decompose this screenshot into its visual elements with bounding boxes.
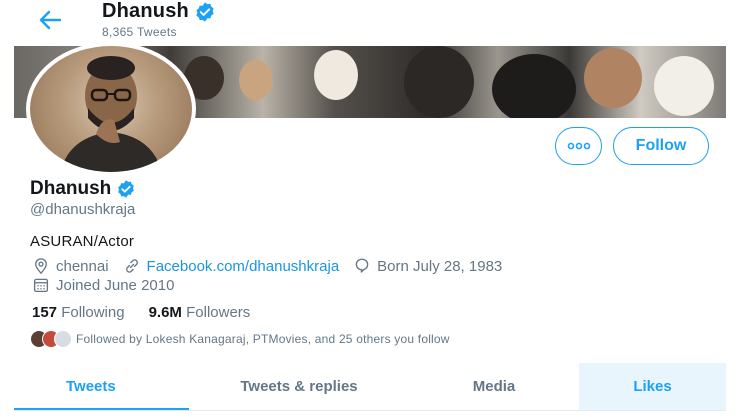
profile-tabs: Tweets Tweets & replies Media Likes bbox=[14, 363, 726, 411]
calendar-icon bbox=[33, 278, 49, 293]
website-link[interactable]: Facebook.com/dhanushkraja bbox=[147, 258, 340, 275]
top-bar: Dhanush 8,365 Tweets bbox=[0, 0, 740, 46]
birthday-item: Born July 28, 1983 bbox=[353, 257, 502, 275]
tweet-count: 8,365 Tweets bbox=[102, 25, 177, 39]
follow-button[interactable]: Follow bbox=[613, 127, 709, 165]
tab-tweets[interactable]: Tweets bbox=[14, 363, 189, 410]
location-text: chennai bbox=[56, 257, 109, 275]
profile-name: Dhanush bbox=[30, 178, 112, 199]
profile-handle: @dhanushkraja bbox=[30, 201, 136, 218]
location-pin-icon bbox=[35, 258, 47, 275]
followers-label: Followers bbox=[186, 304, 251, 321]
more-dots-icon bbox=[567, 142, 590, 150]
followed-by-avatars bbox=[30, 330, 72, 348]
follow-stats: 157 Following 9.6M Followers bbox=[32, 304, 274, 321]
verified-badge-icon bbox=[118, 180, 135, 198]
balloon-icon bbox=[355, 258, 369, 273]
tab-tweets-replies[interactable]: Tweets & replies bbox=[189, 363, 409, 410]
verified-badge-icon bbox=[196, 1, 214, 22]
following-label: Following bbox=[61, 304, 125, 321]
mini-avatar bbox=[54, 330, 72, 348]
joined-item: Joined June 2010 bbox=[32, 276, 174, 294]
profile-meta-row: chennai Facebook.com/dhanushkraja Born J… bbox=[32, 256, 516, 276]
location-item: chennai bbox=[32, 257, 109, 275]
followers-count: 9.6M bbox=[148, 304, 182, 321]
following-count: 157 bbox=[32, 304, 58, 321]
followed-by-row[interactable]: Followed by Lokesh Kanagaraj, PTMovies, … bbox=[30, 330, 450, 348]
header-name-row: Dhanush bbox=[102, 0, 216, 23]
avatar-photo-icon bbox=[60, 56, 162, 172]
back-button[interactable] bbox=[36, 8, 64, 32]
tab-likes[interactable]: Likes bbox=[579, 363, 726, 410]
link-icon bbox=[125, 259, 138, 273]
tab-media[interactable]: Media bbox=[409, 363, 579, 410]
joined-text: Joined June 2010 bbox=[56, 276, 175, 294]
profile-avatar[interactable] bbox=[26, 42, 196, 176]
back-arrow-icon bbox=[39, 10, 62, 30]
following-stat[interactable]: 157 Following bbox=[32, 304, 125, 321]
followed-by-text: Followed by Lokesh Kanagaraj, PTMovies, … bbox=[76, 332, 450, 346]
birthday-text: Born July 28, 1983 bbox=[377, 257, 503, 275]
profile-meta-row-2: Joined June 2010 bbox=[32, 275, 188, 295]
more-options-button[interactable] bbox=[555, 127, 602, 165]
header-name: Dhanush bbox=[102, 0, 189, 22]
website-item: Facebook.com/dhanushkraja bbox=[123, 257, 340, 275]
profile-bio: ASURAN/Actor bbox=[30, 233, 135, 250]
followers-stat[interactable]: 9.6M Followers bbox=[149, 304, 251, 321]
profile-name-row: Dhanush bbox=[30, 178, 136, 200]
